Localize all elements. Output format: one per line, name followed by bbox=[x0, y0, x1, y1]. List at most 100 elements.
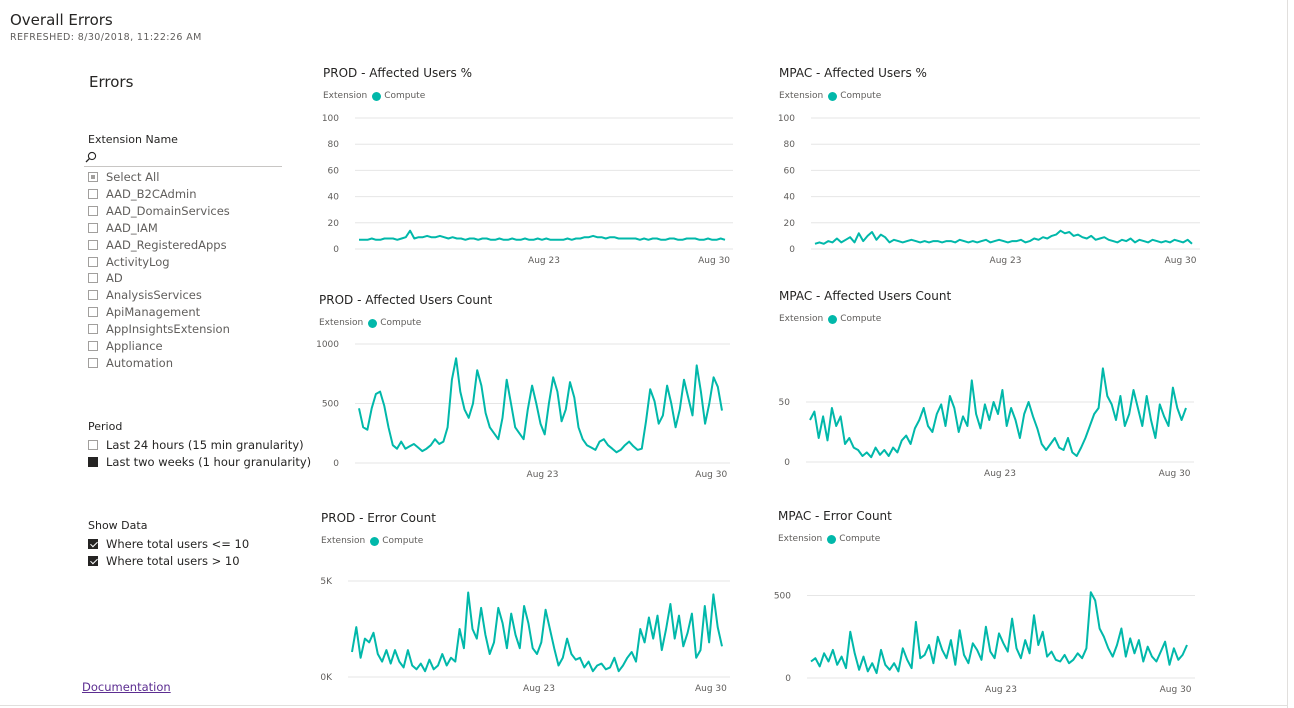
extension-option-label: AAD_DomainServices bbox=[106, 203, 230, 218]
chart-prod-error-count[interactable]: PROD - Error Count Extension Compute 0K 5K Au… bbox=[320, 511, 740, 699]
frame-border-right bbox=[1287, 0, 1288, 708]
chart-prod-affected-count[interactable]: PROD - Affected Users Count Extension Comp… bbox=[316, 293, 740, 485]
extension-option-label: Select All bbox=[106, 170, 160, 184]
extension-option-analysisservices[interactable]: AnalysisServices bbox=[88, 287, 202, 303]
extension-option-apimanagement[interactable]: ApiManagement bbox=[88, 304, 200, 320]
chart-prod-affected-pct[interactable]: PROD - Affected Users % Extension Compute 0… bbox=[322, 66, 743, 271]
x-tick-label: Aug 30 bbox=[1160, 685, 1192, 695]
chart-plot: 0 20 40 60 80 100 Aug 23 Aug 30 bbox=[778, 114, 1200, 266]
x-tick-label: Aug 23 bbox=[990, 256, 1022, 266]
documentation-link[interactable]: Documentation bbox=[82, 680, 171, 694]
extension-name-label: Extension Name bbox=[88, 133, 178, 146]
extension-option-checkbox[interactable] bbox=[88, 239, 98, 250]
frame-border-bottom bbox=[0, 705, 1288, 706]
y-tick-label: 100 bbox=[778, 114, 795, 124]
extension-option-label: Appliance bbox=[106, 339, 163, 353]
y-tick-label: 0 bbox=[785, 674, 791, 684]
chart-mpac-error-count[interactable]: MPAC - Error Count Extension Compute 0 500 Au… bbox=[774, 509, 1205, 700]
extension-option-checkbox[interactable] bbox=[88, 172, 98, 182]
x-tick-label: Aug 30 bbox=[1165, 256, 1197, 266]
x-tick-label: Aug 23 bbox=[528, 256, 560, 266]
chart-plot: 0 500 1000 Aug 23 Aug 30 bbox=[316, 340, 730, 480]
period-option-last-two-weeks-1-hour-granularity[interactable]: Last two weeks (1 hour granularity) bbox=[88, 454, 311, 470]
extension-option-label: AppInsightsExtension bbox=[106, 322, 230, 337]
show-data-option-checkbox[interactable] bbox=[88, 539, 98, 549]
y-tick-label: 0K bbox=[320, 673, 333, 683]
extension-option-aad-domainservices[interactable]: AAD_DomainServices bbox=[88, 203, 230, 219]
series-line-compute[interactable] bbox=[359, 229, 726, 241]
show-data-option-where-total-users-10[interactable]: Where total users <= 10 bbox=[88, 536, 249, 552]
chart-plot: 0 500 Aug 23 Aug 30 bbox=[774, 591, 1195, 695]
x-tick-label: Aug 23 bbox=[523, 684, 555, 694]
y-tick-label: 50 bbox=[779, 398, 791, 408]
y-tick-label: 60 bbox=[328, 166, 340, 176]
show-data-option-where-total-users-10[interactable]: Where total users > 10 bbox=[88, 553, 240, 569]
x-tick-label: Aug 23 bbox=[527, 470, 559, 480]
show-data-option-label: Where total users > 10 bbox=[106, 554, 240, 568]
period-option-label: Last two weeks (1 hour granularity) bbox=[106, 455, 312, 469]
extension-option-checkbox[interactable] bbox=[88, 256, 98, 267]
show-data-option-label: Where total users <= 10 bbox=[106, 537, 250, 551]
extension-option-label: AD bbox=[106, 271, 123, 286]
x-tick-label: Aug 30 bbox=[695, 684, 727, 694]
extension-option-checkbox[interactable] bbox=[88, 273, 98, 284]
y-tick-label: 0 bbox=[784, 458, 790, 468]
extension-option-label: AnalysisServices bbox=[106, 288, 202, 303]
y-tick-label: 5K bbox=[320, 577, 333, 587]
show-data-option-checkbox[interactable] bbox=[88, 556, 98, 566]
extension-option-checkbox[interactable] bbox=[88, 324, 98, 335]
series-line-compute[interactable] bbox=[810, 591, 1188, 675]
chart-plot: 0K 5K Aug 23 Aug 30 bbox=[320, 577, 730, 694]
period-option-checkbox[interactable] bbox=[88, 457, 98, 467]
x-tick-label: Aug 23 bbox=[985, 685, 1017, 695]
y-tick-label: 20 bbox=[784, 219, 796, 229]
extension-option-checkbox[interactable] bbox=[88, 290, 98, 301]
y-tick-label: 500 bbox=[774, 592, 791, 602]
period-option-checkbox[interactable] bbox=[88, 440, 98, 450]
extension-option-checkbox[interactable] bbox=[88, 341, 98, 351]
series-line-compute[interactable] bbox=[358, 357, 723, 454]
extension-option-automation[interactable]: Automation bbox=[88, 355, 173, 371]
extension-option-aad-iam[interactable]: AAD_IAM bbox=[88, 220, 158, 236]
extension-option-appinsightsextension[interactable]: AppInsightsExtension bbox=[88, 321, 230, 337]
page-title: Overall Errors bbox=[10, 11, 113, 29]
show-data-label: Show Data bbox=[88, 519, 148, 532]
series-line-compute[interactable] bbox=[351, 591, 723, 673]
extension-option-checkbox[interactable] bbox=[88, 307, 98, 318]
period-option-last-24-hours-15-min-granularity[interactable]: Last 24 hours (15 min granularity) bbox=[88, 437, 304, 453]
extension-option-label: Automation bbox=[106, 355, 173, 370]
extension-option-aad-registeredapps[interactable]: AAD_RegisteredApps bbox=[88, 237, 227, 253]
x-tick-label: Aug 23 bbox=[984, 469, 1016, 479]
slicer-title: Errors bbox=[89, 73, 134, 91]
period-label: Period bbox=[88, 420, 123, 433]
extension-option-checkbox[interactable] bbox=[88, 205, 98, 216]
period-option-label: Last 24 hours (15 min granularity) bbox=[106, 438, 304, 452]
series-line-compute[interactable] bbox=[809, 367, 1187, 459]
chart-plot: 0 50 Aug 23 Aug 30 bbox=[779, 367, 1194, 479]
extension-option-label: ActivityLog bbox=[106, 254, 170, 269]
y-tick-label: 500 bbox=[322, 400, 339, 410]
series-line-compute[interactable] bbox=[814, 229, 1193, 245]
chart-mpac-affected-pct[interactable]: MPAC - Affected Users % Extension Compute 0… bbox=[778, 66, 1210, 271]
y-tick-label: 80 bbox=[328, 140, 340, 150]
y-tick-label: 20 bbox=[328, 219, 340, 229]
extension-option-label: AAD_RegisteredApps bbox=[106, 237, 227, 252]
extension-option-label: ApiManagement bbox=[106, 305, 201, 320]
y-tick-label: 0 bbox=[333, 245, 339, 255]
extension-option-checkbox[interactable] bbox=[88, 357, 98, 368]
extension-option-activitylog[interactable]: ActivityLog bbox=[88, 254, 170, 270]
extension-option-appliance[interactable]: Appliance bbox=[88, 338, 163, 354]
extension-option-checkbox[interactable] bbox=[88, 188, 98, 199]
extension-option-select-all[interactable]: Select All bbox=[88, 169, 159, 185]
y-tick-label: 40 bbox=[784, 193, 796, 203]
extension-option-ad[interactable]: AD bbox=[88, 270, 123, 286]
extension-search-input[interactable] bbox=[84, 149, 282, 167]
extension-option-checkbox[interactable] bbox=[88, 222, 98, 233]
y-tick-label: 100 bbox=[322, 114, 339, 124]
extension-option-label: AAD_B2CAdmin bbox=[106, 186, 197, 201]
y-tick-label: 60 bbox=[784, 166, 796, 176]
y-tick-label: 1000 bbox=[316, 340, 339, 350]
extension-option-aad-b2cadmin[interactable]: AAD_B2CAdmin bbox=[88, 186, 197, 202]
x-tick-label: Aug 30 bbox=[698, 256, 730, 266]
chart-mpac-affected-count[interactable]: MPAC - Affected Users Count Extension Comp… bbox=[779, 289, 1204, 484]
